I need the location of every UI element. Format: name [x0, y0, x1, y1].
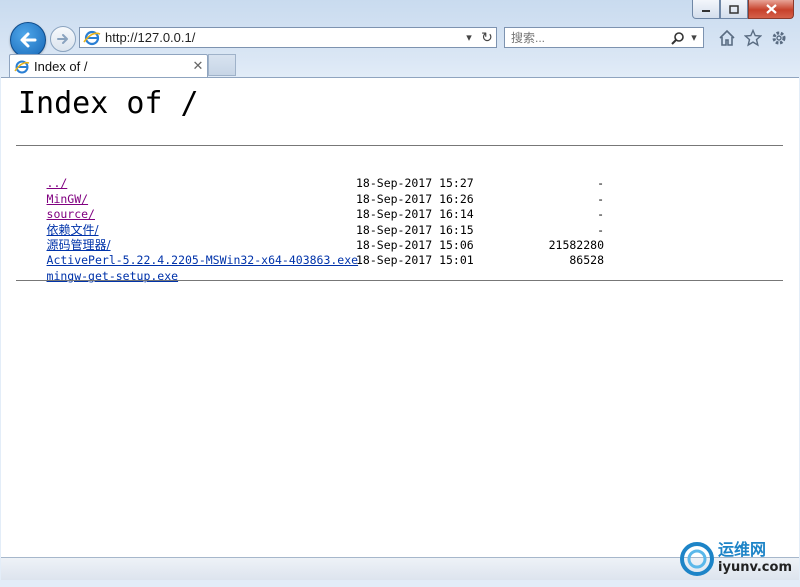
file-date: 18-Sep-2017 15:01	[356, 253, 474, 268]
divider-bottom	[16, 280, 783, 281]
back-button[interactable]	[10, 22, 46, 58]
home-icon	[719, 29, 735, 46]
search-box[interactable]: ▾	[504, 27, 704, 48]
file-date: 18-Sep-2017 16:15	[356, 222, 474, 237]
maximize-icon	[729, 4, 739, 14]
ie-page-icon	[83, 30, 101, 45]
list-item: ../	[16, 161, 616, 190]
file-size: -	[597, 207, 604, 222]
new-tab-button[interactable]	[208, 54, 236, 76]
address-dropdown-icon[interactable]: ▾	[460, 31, 478, 44]
browser-window: http://127.0.0.1/ ▾ ↻ ▾	[0, 0, 800, 587]
close-button[interactable]	[748, 0, 794, 19]
home-button[interactable]	[717, 28, 737, 48]
forward-button[interactable]	[50, 26, 76, 52]
file-size: -	[597, 191, 604, 206]
directory-listing: ../ MinGW/ 18-Sep-2017 15:27 - source/ 1…	[16, 161, 616, 282]
watermark-line1: 运维网	[718, 540, 767, 559]
file-size: 86528	[569, 253, 604, 268]
list-item: 依赖文件/ 18-Sep-2017 16:14 -	[16, 207, 616, 236]
tab-active[interactable]: Index of / ✕	[9, 54, 208, 78]
file-size: 21582280	[548, 237, 604, 252]
forward-arrow-icon	[57, 34, 68, 44]
list-item: 源码管理器/ 18-Sep-2017 16:15 -	[16, 222, 616, 252]
address-url[interactable]: http://127.0.0.1/	[101, 30, 460, 45]
window-controls	[692, 0, 794, 20]
tab-close-icon[interactable]: ✕	[189, 59, 207, 74]
ie-tab-icon	[14, 60, 30, 73]
list-item: MinGW/ 18-Sep-2017 15:27 -	[16, 176, 616, 205]
file-date: 18-Sep-2017 16:26	[356, 191, 474, 206]
file-size: -	[597, 176, 604, 191]
tools-button[interactable]	[769, 28, 789, 48]
file-date: 18-Sep-2017 16:14	[356, 207, 474, 222]
file-size: -	[597, 222, 604, 237]
maximize-button[interactable]	[720, 0, 748, 19]
toolbar-icons	[717, 28, 789, 48]
watermark: 运维网 iyunv.com	[678, 540, 792, 578]
page-content: Index of / ../ MinGW/ 18-Sep-2017 15:27 …	[1, 77, 799, 557]
close-icon	[765, 4, 777, 14]
list-item: ActivePerl-5.22.4.2205-MSWin32-x64-40386…	[16, 237, 616, 267]
star-icon	[744, 29, 762, 47]
gear-icon	[772, 31, 786, 45]
tab-title: Index of /	[34, 59, 88, 74]
page-heading: Index of /	[18, 86, 199, 121]
watermark-line2: iyunv.com	[718, 560, 792, 575]
search-input[interactable]	[505, 29, 671, 46]
back-arrow-icon	[20, 32, 37, 48]
favorites-button[interactable]	[743, 28, 763, 48]
minimize-icon	[702, 10, 710, 12]
search-icon[interactable]	[671, 31, 685, 45]
refresh-icon[interactable]: ↻	[478, 30, 496, 46]
list-item: source/ 18-Sep-2017 16:26 -	[16, 191, 616, 221]
file-date: 18-Sep-2017 15:27	[356, 176, 474, 191]
divider-top	[16, 145, 783, 146]
search-dropdown-icon[interactable]: ▾	[685, 31, 703, 44]
minimize-button[interactable]	[692, 0, 720, 19]
watermark-logo-icon	[680, 542, 715, 576]
file-date: 18-Sep-2017 15:06	[356, 237, 474, 252]
list-item: mingw-get-setup.exe 18-Sep-2017 15:01 86…	[16, 253, 616, 282]
address-bar[interactable]: http://127.0.0.1/ ▾ ↻	[79, 27, 497, 48]
